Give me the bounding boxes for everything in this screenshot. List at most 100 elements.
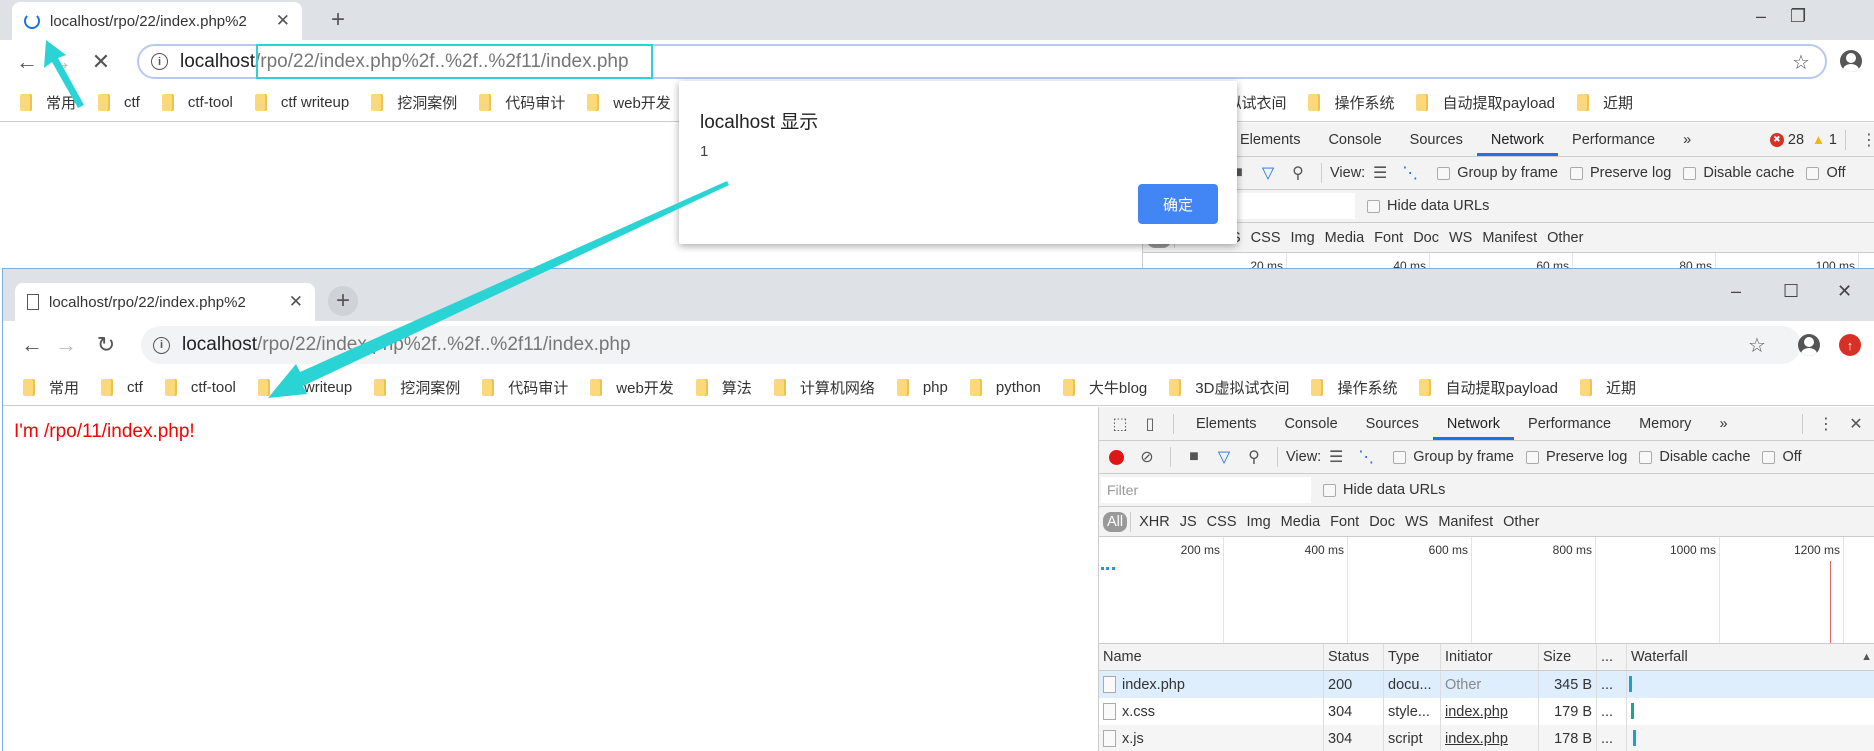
kebab-menu-icon[interactable]: ⋮ [1811,414,1841,434]
warning-icon[interactable]: ▲ [1812,132,1825,147]
type-filter-media[interactable]: Media [1320,230,1370,246]
disable-cache-checkbox[interactable]: Disable cache [1671,165,1794,181]
cell-initiator-text[interactable]: index.php [1445,704,1508,720]
tab-console[interactable]: Console [1314,123,1395,156]
forward-icon[interactable]: → [44,49,78,75]
bookmark-item[interactable]: 挖洞案例 [374,377,460,398]
checkbox[interactable] [1639,450,1653,464]
more-tabs-icon[interactable]: » [1705,407,1741,440]
type-filter-manifest[interactable]: Manifest [1433,514,1498,530]
new-tab-button[interactable]: + [328,286,358,316]
bookmark-item[interactable]: 操作系统 [1311,377,1397,398]
type-filter-font[interactable]: Font [1369,230,1408,246]
bookmark-item[interactable]: ctf-tool [161,94,233,111]
search-icon[interactable]: ⚲ [1283,163,1313,183]
bookmark-star-icon[interactable]: ☆ [1792,50,1810,75]
type-filter-font[interactable]: Font [1325,514,1364,530]
type-filter-css[interactable]: CSS [1202,514,1242,530]
info-icon[interactable]: i [153,336,170,354]
browser-tab[interactable]: localhost/rpo/22/index.php%2 ✕ [12,2,302,40]
error-icon[interactable]: ✖ [1769,132,1784,147]
back-icon[interactable]: ← [10,49,44,75]
tab-network[interactable]: Network [1432,407,1515,440]
column-header-more[interactable]: ... [1597,644,1627,670]
checkbox[interactable] [1393,450,1407,464]
type-filter-other[interactable]: Other [1498,514,1544,530]
record-icon[interactable] [1109,449,1124,465]
bookmark-item[interactable]: 3D虚拟试衣间 [1169,377,1289,398]
tab-console[interactable]: Console [1270,407,1351,440]
inspect-element-icon[interactable]: ⬚ [1105,414,1135,434]
error-count[interactable]: 28 [1788,132,1804,148]
info-icon[interactable]: i [151,53,168,70]
checkbox[interactable] [1367,199,1380,213]
bookmark-item[interactable]: 自动提取payload [1419,377,1558,398]
group-by-frame-checkbox[interactable]: Group by frame [1425,165,1558,181]
type-filter-all[interactable]: All [1103,511,1128,532]
column-header-name[interactable]: Name [1099,644,1324,670]
filter-icon[interactable]: ▽ [1209,447,1239,467]
large-rows-icon[interactable]: ☰ [1365,163,1395,183]
type-filter-doc[interactable]: Doc [1364,514,1400,530]
kebab-menu-icon[interactable]: ⋮ [1854,130,1874,150]
checkbox[interactable] [1323,483,1336,497]
column-header-waterfall[interactable]: Waterfall ▲ [1627,644,1874,670]
column-header-initiator[interactable]: Initiator [1441,644,1539,670]
type-filter-other[interactable]: Other [1542,230,1588,246]
type-filter-img[interactable]: Img [1242,514,1276,530]
bookmark-item[interactable]: ctf-tool [164,378,236,396]
bookmark-item[interactable]: ctf [101,378,143,396]
bookmark-item[interactable]: ctf writeup [257,378,352,396]
minimize-button[interactable]: – [1756,6,1766,27]
type-filter-manifest[interactable]: Manifest [1477,230,1542,246]
overview-icon[interactable]: ⋱ [1395,163,1425,183]
column-header-status[interactable]: Status [1324,644,1384,670]
forward-icon[interactable]: → [49,332,83,358]
tab-memory[interactable]: Memory [1625,407,1705,440]
search-icon[interactable]: ⚲ [1239,447,1269,467]
large-rows-icon[interactable]: ☰ [1321,447,1351,467]
bookmark-item[interactable]: python [969,378,1041,396]
bookmark-item[interactable]: 代码审计 [479,92,565,113]
disable-cache-checkbox[interactable]: Disable cache [1627,449,1750,465]
close-devtools-icon[interactable]: ✕ [1841,414,1871,434]
warning-count[interactable]: 1 [1829,132,1837,148]
tab-network[interactable]: Network [1476,123,1559,156]
checkbox[interactable] [1762,450,1776,464]
cell-initiator[interactable]: index.php [1441,698,1539,725]
preserve-log-checkbox[interactable]: Preserve log [1558,165,1671,181]
preserve-log-checkbox[interactable]: Preserve log [1514,449,1627,465]
tab-sources[interactable]: Sources [1396,123,1477,156]
cell-name[interactable]: x.js [1099,725,1324,751]
bookmark-item[interactable]: 常用 [23,377,79,398]
sort-ascending-icon[interactable]: ▲ [1861,651,1872,663]
close-tab-icon[interactable]: ✕ [289,292,303,312]
type-filter-xhr[interactable]: XHR [1134,514,1175,530]
column-header-size[interactable]: Size [1539,644,1597,670]
bookmark-item[interactable]: 大牛blog [1062,377,1147,398]
tab-elements[interactable]: Elements [1226,123,1314,156]
type-filter-media[interactable]: Media [1276,514,1326,530]
back-icon[interactable]: ← [15,332,49,358]
checkbox[interactable] [1525,450,1539,464]
bookmark-item[interactable]: 近期 [1577,92,1633,113]
bookmark-item[interactable]: ctf [98,94,140,111]
bookmark-item[interactable]: web开发 [590,377,674,398]
minimize-button[interactable]: – [1731,281,1741,302]
bookmark-item[interactable]: 自动提取payload [1416,92,1555,113]
column-header-type[interactable]: Type [1384,644,1441,670]
browser-tab[interactable]: localhost/rpo/22/index.php%2 ✕ [15,283,315,321]
stop-icon[interactable]: ✕ [84,49,118,75]
bookmark-item[interactable]: 代码审计 [482,377,568,398]
hide-data-urls-checkbox[interactable]: Hide data URLs [1311,482,1445,498]
type-filter-ws[interactable]: WS [1400,514,1433,530]
table-row[interactable]: x.js 304 script index.php 178 B... [1099,725,1874,751]
overview-icon[interactable]: ⋱ [1351,447,1381,467]
tab-sources[interactable]: Sources [1352,407,1433,440]
offline-checkbox[interactable]: Off [1794,165,1846,181]
checkbox[interactable] [1437,166,1451,180]
new-tab-button[interactable]: + [323,5,353,35]
update-icon[interactable]: ↑ [1839,334,1861,356]
close-window-button[interactable]: ✕ [1837,281,1852,302]
tab-elements[interactable]: Elements [1182,407,1270,440]
